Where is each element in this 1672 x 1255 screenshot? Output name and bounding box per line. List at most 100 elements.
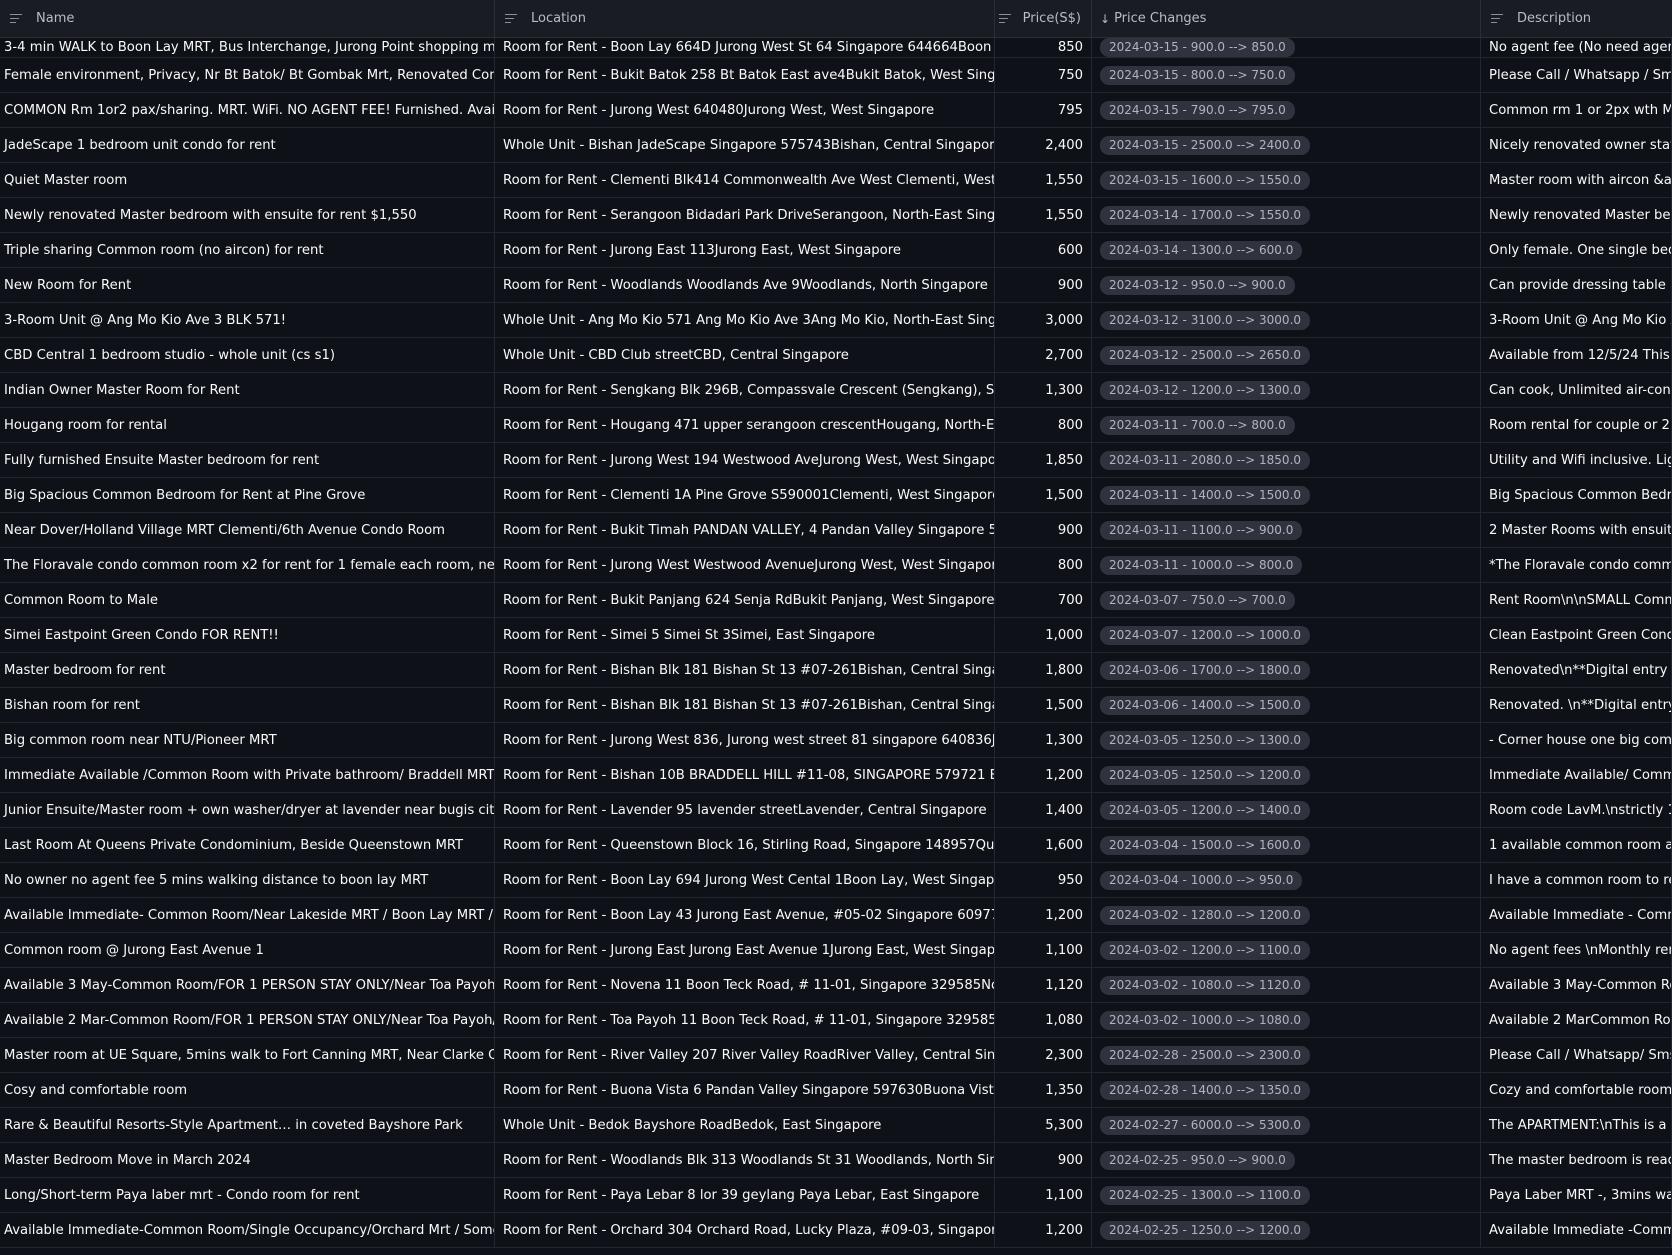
cell-description[interactable]: Utility and Wifi inclusive. Light c xyxy=(1481,443,1672,477)
cell-price-changes[interactable]: 2024-03-15 - 1600.0 --> 1550.0 xyxy=(1092,163,1481,197)
cell-name[interactable]: Big Spacious Common Bedroom for Rent at … xyxy=(0,478,495,512)
table-row[interactable]: Available Immediate-Common Room/Single O… xyxy=(0,1213,1672,1248)
table-row[interactable]: Immediate Available /Common Room with Pr… xyxy=(0,758,1672,793)
cell-price-changes[interactable]: 2024-03-15 - 900.0 --> 850.0 xyxy=(1092,38,1481,57)
cell-price-changes[interactable]: 2024-03-04 - 1000.0 --> 950.0 xyxy=(1092,863,1481,897)
cell-description[interactable]: Clean Eastpoint Green Condo R xyxy=(1481,618,1672,652)
table-row[interactable]: Hougang room for rental Room for Rent - H… xyxy=(0,408,1672,443)
cell-price[interactable]: 1,080 xyxy=(995,1003,1092,1037)
table-row[interactable]: Available Immediate- Common Room/Near La… xyxy=(0,898,1672,933)
cell-name[interactable]: Master bedroom for rent xyxy=(0,653,495,687)
cell-price-changes[interactable]: 2024-03-02 - 1080.0 --> 1120.0 xyxy=(1092,968,1481,1002)
cell-price[interactable]: 800 xyxy=(995,548,1092,582)
cell-name[interactable]: Rare & Beautiful Resorts-Style Apartment… xyxy=(0,1108,495,1142)
table-row[interactable]: Near Dover/Holland Village MRT Clementi/… xyxy=(0,513,1672,548)
cell-location[interactable]: Room for Rent - Lavender 95 lavender str… xyxy=(495,793,995,827)
cell-price[interactable]: 2,300 xyxy=(995,1038,1092,1072)
cell-name[interactable]: Cosy and comfortable room xyxy=(0,1073,495,1107)
table-row[interactable]: Long/Short-term Paya laber mrt - Condo r… xyxy=(0,1178,1672,1213)
cell-price[interactable]: 1,550 xyxy=(995,163,1092,197)
cell-location[interactable]: Room for Rent - Jurong West Westwood Ave… xyxy=(495,548,995,582)
table-row[interactable]: Female environment, Privacy, Nr Bt Batok… xyxy=(0,58,1672,93)
cell-description[interactable]: Can provide dressing table and xyxy=(1481,268,1672,302)
cell-price-changes[interactable]: 2024-03-06 - 1700.0 --> 1800.0 xyxy=(1092,653,1481,687)
cell-description[interactable]: Renovated. \n**Digital entry int xyxy=(1481,688,1672,722)
cell-location[interactable]: Room for Rent - Clementi 1A Pine Grove S… xyxy=(495,478,995,512)
cell-name[interactable]: Master Bedroom Move in March 2024 xyxy=(0,1143,495,1177)
cell-description[interactable]: 2 Master Rooms with ensuite To xyxy=(1481,513,1672,547)
table-row[interactable]: Rare & Beautiful Resorts-Style Apartment… xyxy=(0,1108,1672,1143)
cell-description[interactable]: Cozy and comfortable room wit xyxy=(1481,1073,1672,1107)
cell-name[interactable]: Common Room to Male xyxy=(0,583,495,617)
cell-location[interactable]: Room for Rent - Clementi Blk414 Commonwe… xyxy=(495,163,995,197)
column-header-price[interactable]: Price(S$) xyxy=(995,0,1092,37)
cell-name[interactable]: Available Immediate-Common Room/Single O… xyxy=(0,1213,495,1247)
cell-price[interactable]: 1,350 xyxy=(995,1073,1092,1107)
cell-location[interactable]: Whole Unit - Ang Mo Kio 571 Ang Mo Kio A… xyxy=(495,303,995,337)
cell-description[interactable]: Available Immediate - Commo xyxy=(1481,898,1672,932)
cell-description[interactable]: Available Immediate -Commo xyxy=(1481,1213,1672,1247)
cell-name[interactable]: Available 3 May-Common Room/FOR 1 PERSON… xyxy=(0,968,495,1002)
cell-description[interactable]: No agent fees \nMonthly rental xyxy=(1481,933,1672,967)
cell-price[interactable]: 1,850 xyxy=(995,443,1092,477)
table-row[interactable]: JadeScape 1 bedroom unit condo for rent W… xyxy=(0,128,1672,163)
cell-name[interactable]: Common room @ Jurong East Avenue 1 xyxy=(0,933,495,967)
table-row[interactable]: Big Spacious Common Bedroom for Rent at … xyxy=(0,478,1672,513)
cell-price-changes[interactable]: 2024-02-28 - 1400.0 --> 1350.0 xyxy=(1092,1073,1481,1107)
cell-price[interactable]: 850 xyxy=(995,38,1092,57)
cell-name[interactable]: Quiet Master room xyxy=(0,163,495,197)
cell-location[interactable]: Room for Rent - Novena 11 Boon Teck Road… xyxy=(495,968,995,1002)
cell-description[interactable]: I have a common room to rent f xyxy=(1481,863,1672,897)
cell-location[interactable]: Room for Rent - Buona Vista 6 Pandan Val… xyxy=(495,1073,995,1107)
cell-description[interactable]: 1 available common room at the xyxy=(1481,828,1672,862)
cell-price-changes[interactable]: 2024-03-05 - 1250.0 --> 1300.0 xyxy=(1092,723,1481,757)
cell-price[interactable]: 1,100 xyxy=(995,933,1092,967)
cell-price[interactable]: 1,200 xyxy=(995,758,1092,792)
cell-price[interactable]: 1,120 xyxy=(995,968,1092,1002)
table-row[interactable]: Master Bedroom Move in March 2024 Room fo… xyxy=(0,1143,1672,1178)
cell-description[interactable]: Newly renovated Master bedroo xyxy=(1481,198,1672,232)
table-row[interactable]: Junior Ensuite/Master room + own washer/… xyxy=(0,793,1672,828)
cell-location[interactable]: Room for Rent - Bishan Blk 181 Bishan St… xyxy=(495,653,995,687)
cell-description[interactable]: Common rm 1 or 2px wth MRT. W xyxy=(1481,93,1672,127)
cell-name[interactable]: Indian Owner Master Room for Rent xyxy=(0,373,495,407)
table-row[interactable]: New Room for Rent Room for Rent - Woodlan… xyxy=(0,268,1672,303)
cell-description[interactable]: Rent Room\n\nSMALL Commo xyxy=(1481,583,1672,617)
cell-price-changes[interactable]: 2024-03-06 - 1400.0 --> 1500.0 xyxy=(1092,688,1481,722)
cell-location[interactable]: Room for Rent - Bukit Panjang 624 Senja … xyxy=(495,583,995,617)
cell-description[interactable]: Please Call / Whatsapp / Sms : + xyxy=(1481,58,1672,92)
cell-name[interactable]: The Floravale condo common room x2 for r… xyxy=(0,548,495,582)
cell-price-changes[interactable]: 2024-03-11 - 1000.0 --> 800.0 xyxy=(1092,548,1481,582)
table-row[interactable]: Fully furnished Ensuite Master bedroom f… xyxy=(0,443,1672,478)
cell-price[interactable]: 5,300 xyxy=(995,1108,1092,1142)
cell-description[interactable]: *The Floravale condo common xyxy=(1481,548,1672,582)
cell-description[interactable]: 3-Room Unit @ Ang Mo Kio Ave xyxy=(1481,303,1672,337)
table-row[interactable]: Triple sharing Common room (no aircon) f… xyxy=(0,233,1672,268)
cell-price[interactable]: 900 xyxy=(995,513,1092,547)
cell-name[interactable]: Junior Ensuite/Master room + own washer/… xyxy=(0,793,495,827)
cell-price[interactable]: 950 xyxy=(995,863,1092,897)
cell-price-changes[interactable]: 2024-03-11 - 700.0 --> 800.0 xyxy=(1092,408,1481,442)
cell-price-changes[interactable]: 2024-03-07 - 750.0 --> 700.0 xyxy=(1092,583,1481,617)
cell-name[interactable]: Near Dover/Holland Village MRT Clementi/… xyxy=(0,513,495,547)
cell-name[interactable]: CBD Central 1 bedroom studio - whole uni… xyxy=(0,338,495,372)
cell-name[interactable]: Triple sharing Common room (no aircon) f… xyxy=(0,233,495,267)
cell-name[interactable]: Available Immediate- Common Room/Near La… xyxy=(0,898,495,932)
table-row[interactable]: Available 3 May-Common Room/FOR 1 PERSON… xyxy=(0,968,1672,1003)
cell-price-changes[interactable]: 2024-03-15 - 2500.0 --> 2400.0 xyxy=(1092,128,1481,162)
cell-location[interactable]: Room for Rent - Boon Lay 664D Jurong Wes… xyxy=(495,38,995,57)
table-row[interactable]: Indian Owner Master Room for Rent Room fo… xyxy=(0,373,1672,408)
cell-location[interactable]: Whole Unit - Bishan JadeScape Singapore … xyxy=(495,128,995,162)
cell-price-changes[interactable]: 2024-03-12 - 2500.0 --> 2650.0 xyxy=(1092,338,1481,372)
cell-price[interactable]: 1,400 xyxy=(995,793,1092,827)
cell-description[interactable]: - Corner house one big commo xyxy=(1481,723,1672,757)
cell-price-changes[interactable]: 2024-03-15 - 800.0 --> 750.0 xyxy=(1092,58,1481,92)
cell-price-changes[interactable]: 2024-03-12 - 3100.0 --> 3000.0 xyxy=(1092,303,1481,337)
cell-description[interactable]: Immediate Available/ Common xyxy=(1481,758,1672,792)
cell-location[interactable]: Room for Rent - Hougang 471 upper serang… xyxy=(495,408,995,442)
cell-description[interactable]: No agent fee (No need agent to xyxy=(1481,38,1672,57)
cell-price-changes[interactable]: 2024-02-25 - 1250.0 --> 1200.0 xyxy=(1092,1213,1481,1247)
cell-name[interactable]: New Room for Rent xyxy=(0,268,495,302)
cell-price-changes[interactable]: 2024-03-05 - 1250.0 --> 1200.0 xyxy=(1092,758,1481,792)
cell-price[interactable]: 600 xyxy=(995,233,1092,267)
